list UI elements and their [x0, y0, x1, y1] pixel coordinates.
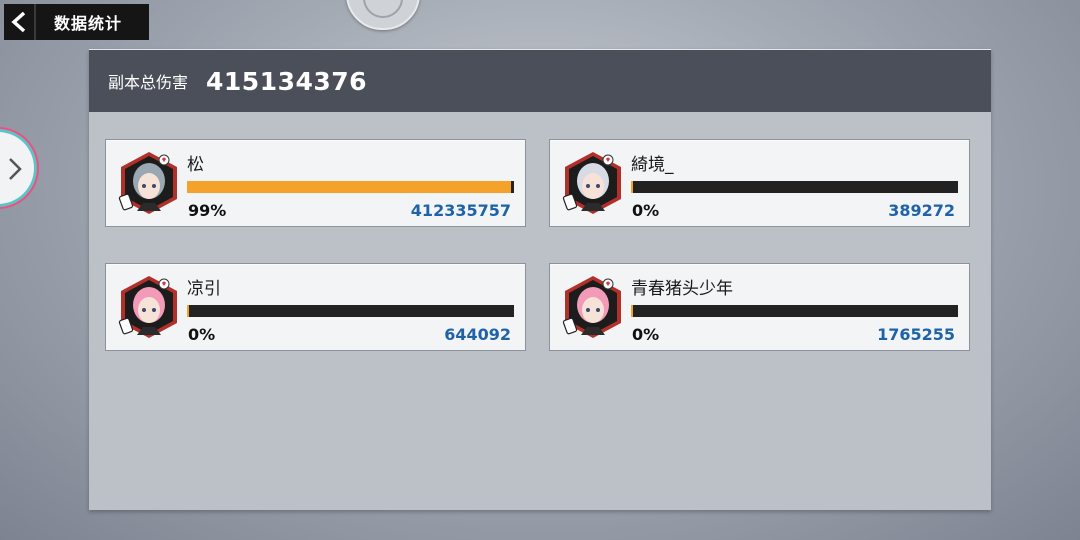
damage-share-fill [187, 181, 511, 193]
player-card[interactable]: 綺境_ 0% 389272 [549, 139, 970, 227]
damage-value: 389272 [888, 201, 955, 220]
player-name: 青春猪头少年 [631, 279, 733, 299]
player-avatar [561, 275, 625, 339]
top-bar: 数据统计 [4, 4, 149, 40]
pink-hair-female-avatar [562, 276, 621, 338]
white-hair-male-avatar [562, 152, 621, 214]
damage-percent: 0% [632, 325, 660, 344]
chevron-right-icon [9, 158, 22, 180]
damage-value: 644092 [444, 325, 511, 344]
damage-share-bar [631, 305, 958, 317]
damage-value: 1765255 [877, 325, 955, 344]
damage-percent: 0% [188, 325, 216, 344]
back-button[interactable] [4, 4, 36, 40]
damage-share-fill [631, 181, 633, 193]
panel-header: 副本总伤害 415134376 [89, 50, 991, 112]
pink-hair-female-avatar [118, 276, 177, 338]
damage-share-bar [631, 181, 958, 193]
damage-stats-panel: 副本总伤害 415134376 松 99% 412335757 綺境_ 0% 3… [89, 49, 991, 510]
player-card[interactable]: 松 99% 412335757 [105, 139, 526, 227]
damage-share-bar [187, 305, 514, 317]
player-card[interactable]: 凉引 0% 644092 [105, 263, 526, 351]
player-name: 綺境_ [631, 155, 674, 175]
damage-share-fill [187, 305, 189, 317]
total-damage-value: 415134376 [206, 66, 368, 96]
damage-percent: 0% [632, 201, 660, 220]
player-name: 松 [187, 155, 204, 175]
player-avatar [117, 151, 181, 215]
damage-percent: 99% [188, 201, 227, 220]
page-title: 数据统计 [54, 14, 123, 33]
expand-side-button[interactable] [0, 132, 34, 204]
damage-share-bar [187, 181, 514, 193]
player-avatar [117, 275, 181, 339]
silver-hair-male-avatar [118, 152, 177, 214]
top-ornament [346, 0, 420, 30]
player-card[interactable]: 青春猪头少年 0% 1765255 [549, 263, 970, 351]
back-arrow-icon [11, 11, 26, 33]
total-damage-label: 副本总伤害 [108, 73, 189, 92]
player-avatar [561, 151, 625, 215]
damage-share-fill [631, 305, 633, 317]
damage-value: 412335757 [410, 201, 511, 220]
player-name: 凉引 [187, 279, 221, 299]
